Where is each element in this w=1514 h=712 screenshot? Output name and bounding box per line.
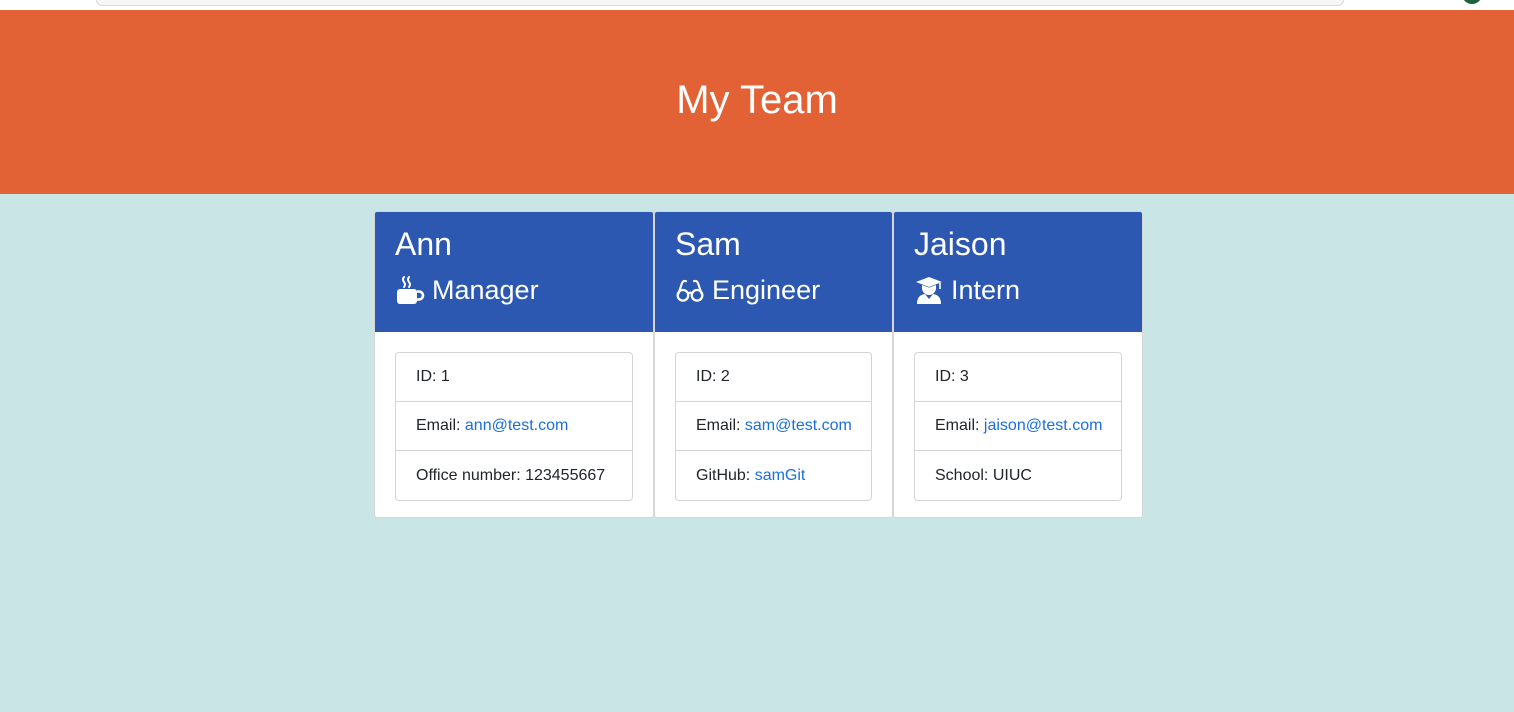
list-item-github: GitHub: samGit <box>676 451 871 500</box>
address-bar[interactable] <box>96 0 1344 6</box>
card-header: Ann Manager <box>375 212 653 332</box>
email-label: Email: <box>696 417 745 434</box>
list-item-email: Email: sam@test.com <box>676 402 871 451</box>
employee-role: Manager <box>395 273 539 307</box>
github-link[interactable]: samGit <box>755 467 806 485</box>
list-item-id: ID: 3 <box>915 353 1121 402</box>
list-item-id: ID: 1 <box>396 353 632 402</box>
email-label: Email: <box>416 417 465 434</box>
list-item-email: Email: jaison@test.com <box>915 402 1121 451</box>
employee-card-engineer: Sam Engineer ID: 2 Email: sam@test.com G… <box>654 211 893 518</box>
coffee-mug-icon <box>395 275 425 305</box>
glasses-icon <box>675 275 705 305</box>
employee-id: ID: 2 <box>696 368 730 385</box>
employee-details-list: ID: 2 Email: sam@test.com GitHub: samGit <box>675 352 872 501</box>
employee-role: Intern <box>914 273 1020 307</box>
employee-id: ID: 1 <box>416 368 450 385</box>
employee-role-label: Engineer <box>712 275 821 305</box>
graduate-icon <box>914 275 944 305</box>
employee-name: Ann <box>395 226 452 262</box>
page-header: My Team <box>0 10 1514 194</box>
page-title: My Team <box>676 78 838 122</box>
employee-name: Jaison <box>914 226 1007 262</box>
school: School: UIUC <box>935 466 1032 484</box>
employee-role-label: Manager <box>432 275 539 305</box>
list-item-email: Email: ann@test.com <box>396 402 632 451</box>
email-link[interactable]: ann@test.com <box>465 417 568 435</box>
employee-card-intern: Jaison Intern ID: 3 Email: jaison@test.c… <box>893 211 1143 518</box>
card-header: Sam Engineer <box>655 212 892 332</box>
employee-id: ID: 3 <box>935 368 969 385</box>
browser-chrome-edge <box>0 0 1514 10</box>
employee-name: Sam <box>675 226 741 262</box>
employee-card-manager: Ann Manager ID: 1 Email: ann@test.com Of… <box>374 211 654 518</box>
employee-role: Engineer <box>675 273 820 307</box>
employee-role-label: Intern <box>951 275 1021 305</box>
list-item-office-number: Office number: 123455667 <box>396 451 632 500</box>
list-item-id: ID: 2 <box>676 353 871 402</box>
email-link[interactable]: sam@test.com <box>745 417 852 435</box>
card-header: Jaison Intern <box>894 212 1142 332</box>
employee-details-list: ID: 3 Email: jaison@test.com School: UIU… <box>914 352 1122 501</box>
office-number: Office number: 123455667 <box>416 466 606 484</box>
list-item-school: School: UIUC <box>915 451 1121 500</box>
email-label: Email: <box>935 417 984 434</box>
employee-details-list: ID: 1 Email: ann@test.com Office number:… <box>395 352 633 501</box>
email-link[interactable]: jaison@test.com <box>984 417 1103 435</box>
browser-extension-icon[interactable] <box>1462 0 1482 4</box>
github-label: GitHub: <box>696 466 755 484</box>
